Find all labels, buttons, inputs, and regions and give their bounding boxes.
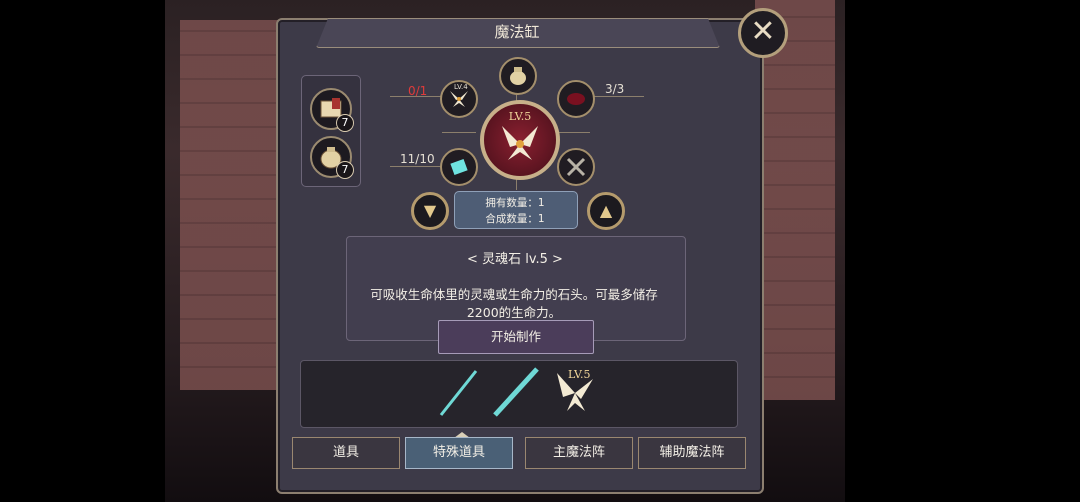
close-button[interactable]: ✕ [738, 8, 788, 58]
connector-line [442, 132, 476, 133]
craft-count: 合成数量：1 [485, 213, 545, 225]
increase-button[interactable]: ▲ [587, 192, 625, 230]
ingredient-level-label: LV.4 [454, 83, 468, 91]
ingredient-ratio-red: 0/1 [408, 84, 428, 98]
brick-wall-left [180, 20, 290, 390]
pouch-item-count: 7 [336, 161, 354, 179]
crafting-progress-bar [300, 360, 738, 428]
tab-items[interactable]: 道具 [292, 437, 400, 469]
result-slot-level: LV.5 [568, 368, 591, 381]
ingredient-pouch-icon[interactable] [499, 57, 537, 95]
book-item-count: 7 [336, 114, 354, 132]
decrease-button[interactable]: ▼ [411, 192, 449, 230]
brick-wall-right [755, 0, 835, 400]
ingredient-red-gem-icon[interactable] [557, 80, 595, 118]
owned-count: 拥有数量：1 [485, 197, 545, 209]
connector-line [592, 96, 644, 97]
tab-main-magic-circle[interactable]: 主魔法阵 [525, 437, 633, 469]
tab-special-items[interactable]: 特殊道具 [405, 437, 513, 469]
empty-slot-icon [557, 148, 595, 186]
result-level-label: LV.5 [508, 110, 532, 123]
item-description: 可吸收生命体里的灵魂或生命力的石头。可最多储存2200的生命力。 [370, 287, 658, 320]
connector-line [390, 166, 442, 167]
start-craft-button[interactable]: 开始制作 [438, 320, 594, 354]
tab-auxiliary-magic-circle[interactable]: 辅助魔法阵 [638, 437, 746, 469]
ingredient-ratio: 11/10 [400, 152, 435, 166]
connector-line [556, 132, 590, 133]
ingredient-ratio: 3/3 [605, 82, 625, 96]
ingredient-crystal-icon[interactable] [440, 148, 478, 186]
item-name: < 灵魂石 lv.5 > [467, 252, 563, 267]
window-title: 魔法缸 [494, 23, 540, 41]
